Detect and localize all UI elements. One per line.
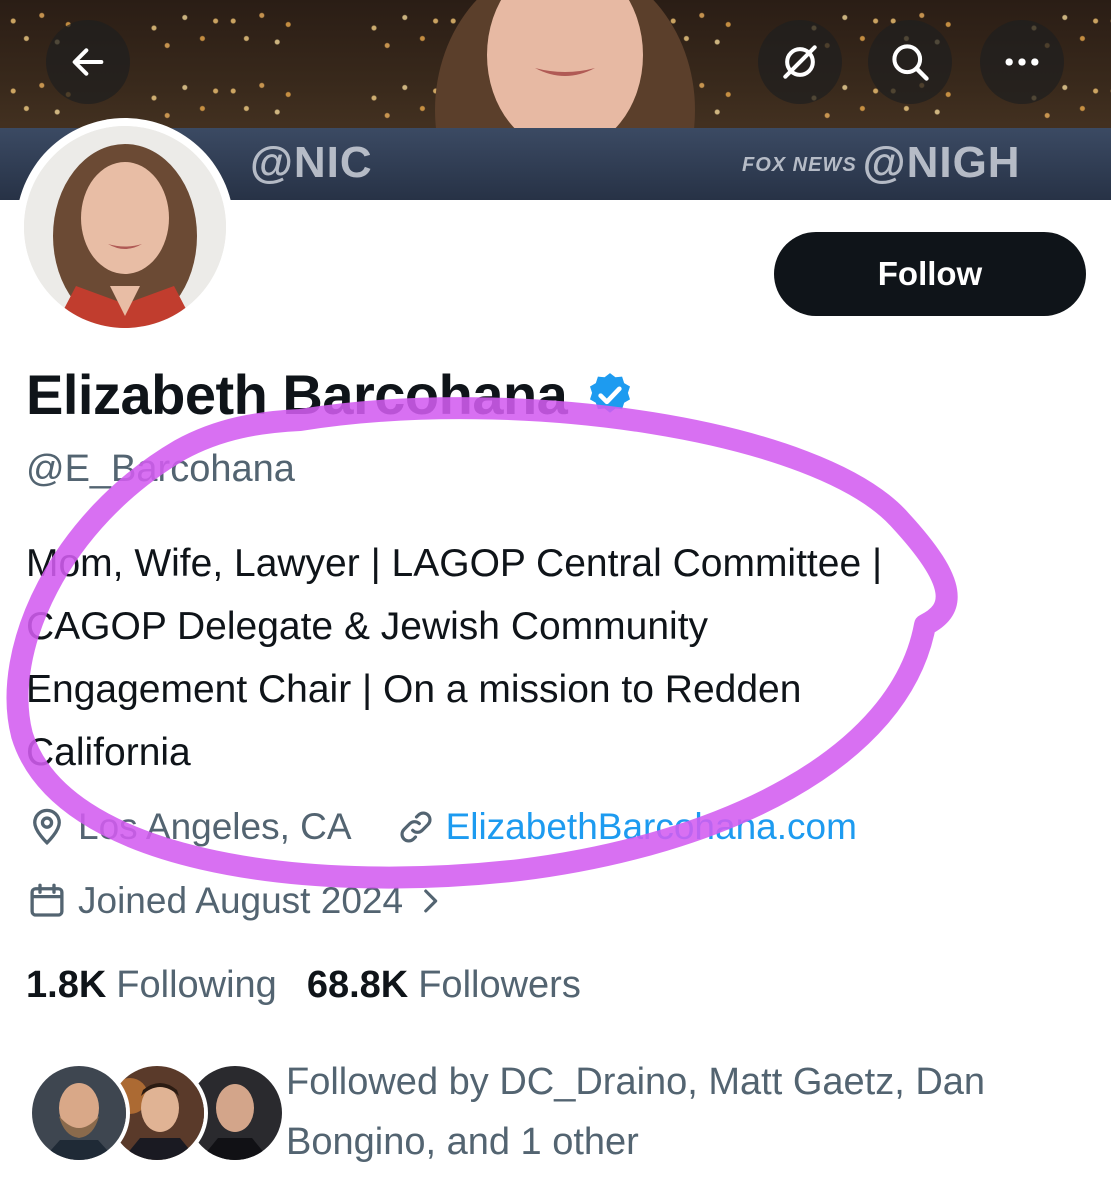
followed-by-avatars[interactable] [28, 1062, 286, 1164]
followers-count: 68.8K [306, 964, 409, 1006]
profile-display-name: Elizabeth Barcohana [26, 362, 635, 427]
back-button[interactable] [46, 20, 130, 104]
following-label: Following [116, 964, 277, 1006]
joined-date-row[interactable]: Joined August 2024 [26, 880, 447, 922]
ticker-right-text: FOX NEWS @NIGH [742, 138, 1021, 188]
verified-badge-icon[interactable] [585, 370, 635, 420]
more-button[interactable] [980, 20, 1064, 104]
ticker-handle: @NIGH [862, 138, 1021, 187]
avatar-photo [24, 126, 226, 328]
grok-icon [783, 45, 817, 79]
arrow-left-icon [72, 48, 104, 76]
chevron-right-icon [424, 889, 438, 913]
following-count: 1.8K [26, 964, 107, 1006]
profile-avatar[interactable] [16, 118, 234, 336]
profile-stats: 1.8K Following 68.8K Followers [26, 964, 611, 1007]
profile-bio: Mom, Wife, Lawyer | LAGOP Central Commit… [26, 542, 883, 774]
profile-handle: @E_Barcohana [26, 448, 295, 490]
follow-button[interactable]: Follow [774, 232, 1086, 316]
grok-button[interactable] [758, 20, 842, 104]
followers-link[interactable]: 68.8K Followers [307, 964, 611, 1007]
following-link[interactable]: 1.8K Following [26, 964, 307, 1007]
profile-joined-date: Joined August 2024 [78, 880, 404, 921]
location-pin-icon [33, 808, 61, 846]
more-horizontal-icon [1005, 58, 1039, 66]
ticker-brand: FOX NEWS [742, 153, 857, 176]
display-name-text: Elizabeth Barcohana [26, 363, 568, 426]
search-icon [892, 44, 929, 81]
follower-avatar [28, 1062, 130, 1164]
search-button[interactable] [868, 20, 952, 104]
profile-location: Los Angeles, CA [78, 806, 352, 847]
ticker-left-text: @NIC [250, 138, 373, 187]
calendar-icon [30, 883, 64, 917]
followers-label: Followers [418, 964, 581, 1006]
link-icon [400, 811, 432, 843]
avatar-portrait [24, 126, 226, 328]
followed-by-text[interactable]: Followed by DC_Draino, Matt Gaetz, Dan B… [286, 1052, 1076, 1172]
profile-meta-row: Los Angeles, CA ElizabethBarcohana.com [26, 806, 857, 848]
profile-website-link[interactable]: ElizabethBarcohana.com [446, 806, 857, 848]
